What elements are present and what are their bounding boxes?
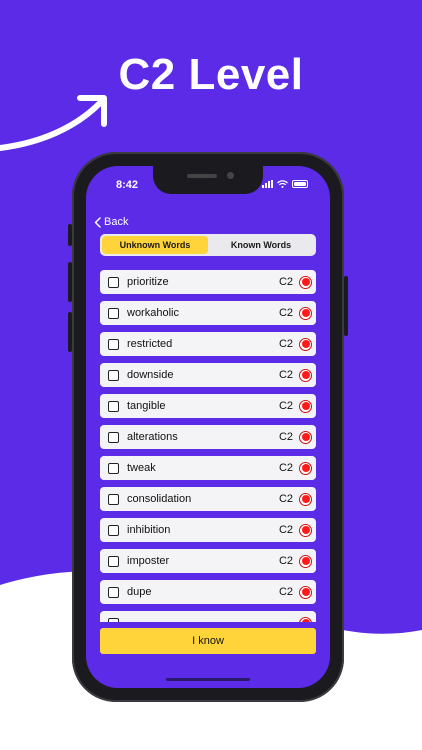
list-item[interactable]: downside C2 xyxy=(100,363,316,387)
back-label: Back xyxy=(104,216,129,228)
list-item[interactable]: tangible C2 xyxy=(100,394,316,418)
level-badge: C2 xyxy=(278,400,293,412)
phone-screen: 8:42 Back Unknown Words Known Words prio… xyxy=(86,166,330,688)
status-dot-icon xyxy=(299,306,312,320)
word-checkbox[interactable] xyxy=(108,617,119,622)
level-badge: C2 xyxy=(278,369,293,381)
battery-icon xyxy=(292,180,308,188)
level-badge: C2 xyxy=(278,555,293,567)
signal-icon xyxy=(262,180,273,188)
status-dot-icon xyxy=(299,337,312,351)
level-badge: C2 xyxy=(278,524,293,536)
list-item[interactable]: tweak C2 xyxy=(100,456,316,480)
home-indicator xyxy=(166,678,250,681)
front-camera xyxy=(227,172,234,179)
status-dot-icon xyxy=(299,399,312,413)
phone-frame: 8:42 Back Unknown Words Known Words prio… xyxy=(72,152,344,702)
level-badge: C2 xyxy=(278,307,293,319)
level-badge: C2 xyxy=(278,276,293,288)
word-checkbox[interactable] xyxy=(108,555,119,567)
list-item[interactable]: imposter C2 xyxy=(100,549,316,573)
i-know-button[interactable]: I know xyxy=(100,628,316,654)
word-text: workaholic xyxy=(127,307,179,319)
word-list[interactable]: prioritize C2 workaholic C2 restricted C… xyxy=(100,270,316,622)
word-text: imposter xyxy=(127,555,170,567)
status-dot-icon xyxy=(299,275,312,289)
list-item[interactable]: dupe C2 xyxy=(100,580,316,604)
status-dot-icon xyxy=(299,492,312,506)
back-button[interactable]: Back xyxy=(94,216,128,228)
list-item[interactable]: restricted C2 xyxy=(100,332,316,356)
arrow-icon xyxy=(0,95,107,151)
word-checkbox[interactable] xyxy=(108,524,119,536)
word-checkbox[interactable] xyxy=(108,493,119,505)
chevron-left-icon xyxy=(94,216,101,228)
word-checkbox[interactable] xyxy=(108,276,119,288)
list-item[interactable]: inhibition C2 xyxy=(100,518,316,542)
tab-known-words[interactable]: Known Words xyxy=(208,236,314,254)
level-badge: C2 xyxy=(278,493,293,505)
word-text: prioritize xyxy=(127,276,169,288)
word-text: tangible xyxy=(127,400,166,412)
word-text: restricted xyxy=(127,338,173,350)
list-item[interactable]: workaholic C2 xyxy=(100,301,316,325)
word-text: downside xyxy=(127,369,174,381)
word-checkbox[interactable] xyxy=(108,369,119,381)
status-icons xyxy=(262,180,308,188)
list-item[interactable]: alterations C2 xyxy=(100,425,316,449)
word-text: consolidation xyxy=(127,493,192,505)
list-item[interactable]: consolidation C2 xyxy=(100,487,316,511)
phone-notch xyxy=(153,166,263,194)
status-dot-icon xyxy=(299,368,312,382)
list-item[interactable]: prioritize C2 xyxy=(100,270,316,294)
list-item-partial[interactable] xyxy=(100,611,316,622)
phone-power-button xyxy=(344,276,348,336)
speaker-grille xyxy=(187,174,217,178)
status-dot-icon xyxy=(299,616,312,622)
status-dot-icon xyxy=(299,585,312,599)
level-badge: C2 xyxy=(278,586,293,598)
level-badge: C2 xyxy=(278,462,293,474)
word-filter-tabs: Unknown Words Known Words xyxy=(100,234,316,256)
word-checkbox[interactable] xyxy=(108,586,119,598)
word-checkbox[interactable] xyxy=(108,431,119,443)
tab-unknown-words[interactable]: Unknown Words xyxy=(102,236,208,254)
word-text: inhibition xyxy=(127,524,171,536)
word-checkbox[interactable] xyxy=(108,307,119,319)
word-text: dupe xyxy=(127,586,152,598)
word-checkbox[interactable] xyxy=(108,400,119,412)
word-checkbox[interactable] xyxy=(108,462,119,474)
status-time: 8:42 xyxy=(116,179,139,191)
word-text: tweak xyxy=(127,462,156,474)
status-dot-icon xyxy=(299,461,312,475)
wifi-icon xyxy=(277,180,288,188)
status-dot-icon xyxy=(299,430,312,444)
level-badge: C2 xyxy=(278,431,293,443)
word-checkbox[interactable] xyxy=(108,338,119,350)
status-dot-icon xyxy=(299,523,312,537)
level-badge: C2 xyxy=(278,338,293,350)
status-dot-icon xyxy=(299,554,312,568)
word-text: alterations xyxy=(127,431,178,443)
